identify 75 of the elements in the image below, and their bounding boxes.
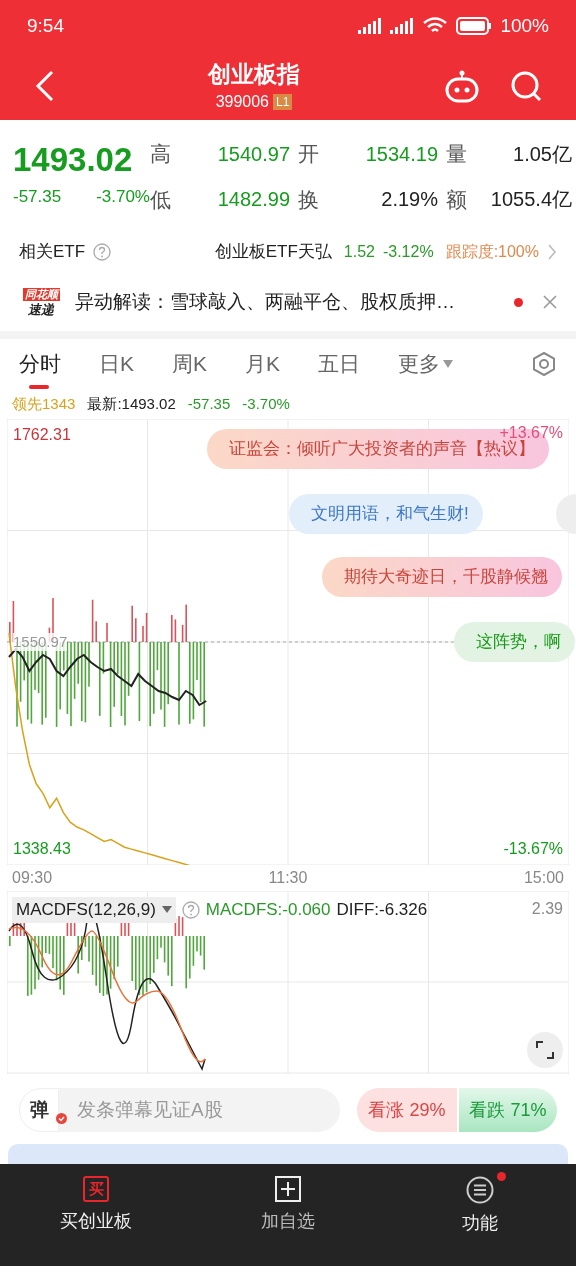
axis-label: +13.67% [499,423,563,441]
close-icon[interactable] [543,295,557,309]
time-axis-label: 09:30 [12,868,53,888]
stat-value: 1482.99 [216,187,290,213]
help-icon[interactable] [93,243,112,261]
etf-name[interactable]: 创业板ETF天弘 [214,239,332,265]
chart-tab[interactable]: 日K [99,339,134,389]
latest-price: 最新:1493.02 [87,393,176,414]
stat-value: 2.19% [380,187,438,213]
bottom-nav-item[interactable]: 功能 [384,1176,576,1237]
base-price-label: 1550.97 [13,633,68,651]
stat-value: 1.05亿 [512,141,572,167]
buy-icon: 买 [83,1176,109,1202]
axis-label: -13.67% [503,839,563,859]
latest-change: -57.35 [187,393,231,414]
stat-value: 1534.19 [364,141,438,167]
chevron-right-icon[interactable] [547,243,557,261]
check-badge-icon [56,1113,67,1124]
axis-label: 2.39 [531,899,563,919]
bottom-nav-item[interactable]: 加自选 [192,1176,384,1235]
index-title: 创业板指 [208,60,300,89]
fullscreen-button[interactable] [527,1032,563,1068]
stat-label: 额 [446,186,468,213]
etf-label: 相关ETF [19,241,86,264]
price-change-percent: -3.70% [96,186,150,206]
menu-icon [466,1176,494,1204]
plus-square-icon [275,1176,301,1202]
expand-icon [535,1040,555,1060]
bottom-nav-item[interactable]: 买 买创业板 [0,1176,192,1235]
comment-field[interactable]: 弹 发条弹幕见证A股 [19,1088,340,1132]
price-change: -57.35 [13,186,62,208]
search-icon[interactable] [510,70,542,102]
time-axis-label: 15:00 [523,868,564,888]
tab-underline [29,385,49,389]
danmaku-bubble: 这阵势，啊 [454,622,575,662]
battery-percent: 100% [500,13,549,38]
macdfs-value: MACDFS:-0.060 [205,899,331,922]
chart-tab[interactable]: 分时 [19,339,61,389]
time-axis-label: 11:30 [268,868,308,888]
settings-icon[interactable] [531,351,557,377]
etf-price: 1.52 [343,242,375,262]
chart-tab[interactable]: 更多 [398,339,455,389]
news-logo-caption: 速递 [28,303,54,316]
level-badge: L1 [273,94,293,110]
news-logo: 同花顺 [22,288,60,301]
current-price: 1493.02 [13,140,134,180]
status-time: 9:54 [27,13,64,38]
axis-label: 1762.31 [13,425,71,445]
indicator-selector[interactable]: MACDFS(12,26,9) [12,897,176,923]
bullish-button[interactable]: 看涨 29% [357,1088,457,1132]
index-code: 399006 [215,92,269,112]
help-icon[interactable] [181,901,200,919]
latest-change-percent: -3.70% [242,393,290,414]
lead-index: 领先1343 [12,393,76,414]
news-headline[interactable]: 异动解读：雪球敲入、两融平仓、股权质押… [75,287,494,317]
stat-label: 换 [298,186,320,213]
chart-tab[interactable]: 月K [245,339,281,389]
robot-icon[interactable] [444,69,480,103]
tracking-degree: 跟踪度:100% [445,242,539,262]
signal-icon [358,16,415,36]
caret-icon [161,906,172,914]
stat-value: 1540.97 [216,141,290,167]
diff-value: DIFF:-6.326 [336,899,428,922]
stat-label: 量 [446,141,468,167]
stat-label: 低 [150,186,172,213]
chart-tab[interactable]: 五日 [318,339,361,389]
stat-label: 开 [298,141,320,167]
battery-icon [456,17,493,35]
danmaku-bubble: 期待大奇迹日，千股静候翘 [322,557,562,597]
stat-label: 高 [150,141,172,167]
danmaku-bubble: 文明用语，和气生财! [289,494,483,534]
stat-value: 1055.4亿 [489,187,572,213]
axis-label: 1338.43 [13,839,71,859]
etf-change: -3.12% [382,242,434,262]
chart-tab[interactable]: 周K [172,339,208,389]
